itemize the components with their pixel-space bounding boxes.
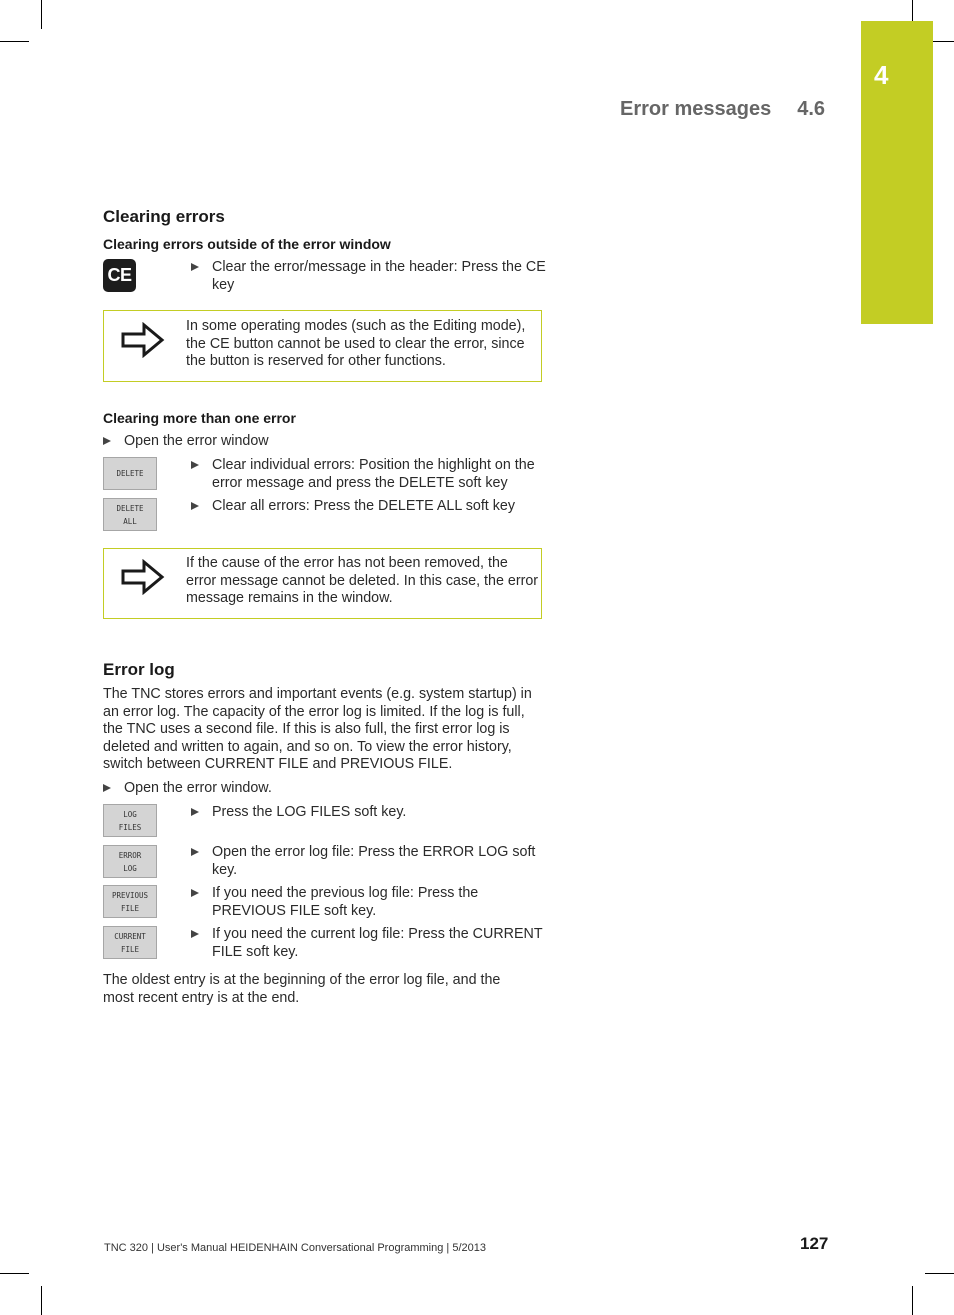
- chapter-number: 4: [874, 60, 889, 90]
- page-footer: TNC 320 | User's Manual HEIDENHAIN Conve…: [104, 1242, 486, 1254]
- note-box: If the cause of the error has not been r…: [103, 548, 542, 619]
- ce-key-icon: CE: [103, 259, 136, 292]
- step-delete-all: Clear all errors: Press the DELETE ALL s…: [191, 498, 546, 516]
- error-log-paragraph: The TNC stores errors and important even…: [103, 686, 532, 773]
- running-head-title: Error messages: [620, 98, 772, 120]
- step-open-error-window: Open the error window: [103, 433, 543, 451]
- step-log-files: Press the LOG FILES soft key.: [191, 804, 546, 822]
- section-heading-clearing-errors: Clearing errors: [103, 207, 225, 226]
- subheading-outside-window: Clearing errors outside of the error win…: [103, 236, 391, 252]
- page-number: 127: [800, 1234, 829, 1253]
- bullet-triangle-icon: [103, 784, 111, 792]
- step-current-file: If you need the current log file: Press …: [191, 926, 546, 961]
- subheading-more-than-one: Clearing more than one error: [103, 410, 296, 426]
- bullet-triangle-icon: [191, 461, 199, 469]
- chapter-tab: [861, 21, 933, 324]
- section-heading-error-log: Error log: [103, 660, 175, 679]
- softkey-delete-all[interactable]: DELETE ALL: [103, 498, 157, 531]
- running-head-section: 4.6: [797, 98, 826, 120]
- error-log-closing: The oldest entry is at the beginning of …: [103, 972, 501, 1006]
- softkey-previous-file[interactable]: PREVIOUS FILE: [103, 885, 157, 918]
- bullet-triangle-icon: [191, 848, 199, 856]
- bullet-triangle-icon: [103, 437, 111, 445]
- crop-mark: [0, 41, 29, 42]
- note-box: In some operating modes (such as the Edi…: [103, 310, 542, 382]
- step-previous-file: If you need the previous log file: Press…: [191, 885, 546, 920]
- arrow-right-icon: [121, 322, 165, 358]
- crop-mark: [912, 0, 913, 21]
- step-error-log: Open the error log file: Press the ERROR…: [191, 844, 546, 879]
- note-text: If the cause of the error has not been r…: [186, 555, 539, 607]
- note-text: In some operating modes (such as the Edi…: [186, 318, 526, 370]
- bullet-triangle-icon: [191, 889, 199, 897]
- step-open-error-window: Open the error window.: [103, 780, 543, 798]
- crop-mark: [925, 1273, 954, 1274]
- bullet-triangle-icon: [191, 808, 199, 816]
- running-head: Error messages 4.6: [620, 98, 825, 121]
- crop-mark: [933, 41, 954, 42]
- crop-mark: [0, 1273, 29, 1274]
- bullet-triangle-icon: [191, 263, 199, 271]
- crop-mark: [41, 1286, 42, 1315]
- step-delete: Clear individual errors: Position the hi…: [191, 457, 546, 492]
- bullet-triangle-icon: [191, 502, 199, 510]
- bullet-triangle-icon: [191, 930, 199, 938]
- crop-mark: [41, 0, 42, 29]
- softkey-log-files[interactable]: LOG FILES: [103, 804, 157, 837]
- step-clear-header: Clear the error/message in the header: P…: [191, 259, 546, 294]
- softkey-current-file[interactable]: CURRENT FILE: [103, 926, 157, 959]
- crop-mark: [912, 1286, 913, 1315]
- softkey-error-log[interactable]: ERROR LOG: [103, 845, 157, 878]
- softkey-delete[interactable]: DELETE: [103, 457, 157, 490]
- arrow-right-icon: [121, 559, 165, 595]
